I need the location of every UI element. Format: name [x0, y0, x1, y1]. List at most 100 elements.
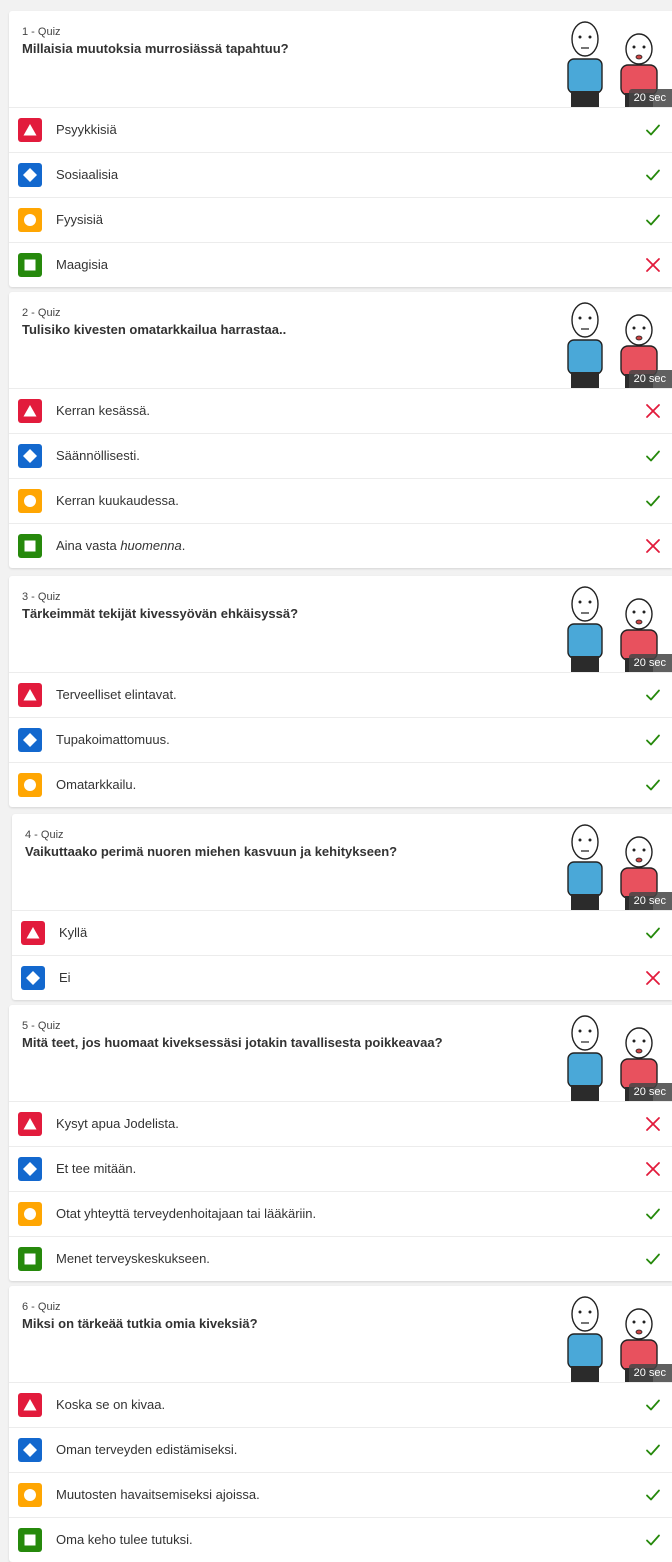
answer-option: Maagisia — [9, 243, 672, 287]
answer-shape-square — [18, 1528, 42, 1552]
cross-icon — [646, 404, 660, 418]
correct-mark — [645, 732, 661, 748]
question-image: 20 sec — [557, 820, 672, 910]
question-header: 2 - Quiz Tulisiko kivesten omatarkkailua … — [9, 292, 672, 389]
answer-option: Tupakoimattomuus. — [9, 718, 672, 763]
answer-shape-triangle — [18, 683, 42, 707]
correct-mark — [645, 1397, 661, 1413]
diamond-icon — [26, 971, 40, 985]
quiz-question-card[interactable]: 5 - Quiz Mitä teet, jos huomaat kiveksess… — [9, 1005, 672, 1281]
answer-text: Menet terveyskeskukseen. — [56, 1251, 210, 1266]
answer-text: Muutosten havaitsemiseksi ajoissa. — [56, 1487, 260, 1502]
answer-option: Oma keho tulee tutuksi. — [9, 1518, 672, 1562]
incorrect-mark — [645, 538, 661, 554]
diamond-icon — [23, 449, 37, 463]
checkmark-icon — [646, 1489, 660, 1501]
answer-text: Kerran kuukaudessa. — [56, 493, 179, 508]
checkmark-icon — [646, 214, 660, 226]
answer-text: Psyykkisiä — [56, 122, 117, 137]
circle-icon — [24, 495, 36, 507]
answer-shape-diamond — [18, 1157, 42, 1181]
answer-option: Et tee mitään. — [9, 1147, 672, 1192]
answer-option: Kyllä — [12, 911, 672, 956]
answer-shape-circle — [18, 1483, 42, 1507]
answer-text: Sosiaalisia — [56, 167, 119, 182]
answer-shape-diamond — [18, 1438, 42, 1462]
correct-mark — [645, 1532, 661, 1548]
incorrect-mark — [645, 970, 661, 986]
triangle-icon — [23, 1399, 37, 1411]
answer-option: Sosiaalisia — [9, 153, 672, 198]
quiz-question-card[interactable]: 1 - Quiz Millaisia muutoksia murrosiässä … — [9, 11, 672, 287]
quiz-question-card[interactable]: 3 - Quiz Tärkeimmät tekijät kivessyövän e… — [9, 576, 672, 807]
answer-shape-triangle — [18, 399, 42, 423]
answer-text: Terveelliset elintavat. — [56, 687, 177, 702]
answer-shape-circle — [18, 1202, 42, 1226]
triangle-icon — [23, 1118, 37, 1130]
answer-shape-circle — [18, 489, 42, 513]
question-title: Mitä teet, jos huomaat kiveksessäsi jota… — [22, 1035, 443, 1050]
correct-mark — [645, 1442, 661, 1458]
answer-text: Et tee mitään. — [56, 1161, 137, 1176]
correct-mark — [645, 1206, 661, 1222]
triangle-icon — [23, 689, 37, 701]
correct-mark — [645, 167, 661, 183]
answer-shape-triangle — [21, 921, 45, 945]
question-header: 5 - Quiz Mitä teet, jos huomaat kiveksess… — [9, 1005, 672, 1102]
answer-shape-square — [18, 534, 42, 558]
answer-option: Aina vasta huomenna. — [9, 524, 672, 568]
time-limit-badge: 20 sec — [628, 654, 672, 672]
answer-shape-diamond — [18, 444, 42, 468]
answer-option: Otat yhteyttä terveydenhoitajaan tai lää… — [9, 1192, 672, 1237]
incorrect-mark — [645, 257, 661, 273]
cross-icon — [646, 539, 660, 553]
answer-option: Oman terveyden edistämiseksi. — [9, 1428, 672, 1473]
answer-option: Muutosten havaitsemiseksi ajoissa. — [9, 1473, 672, 1518]
checkmark-icon — [646, 124, 660, 136]
incorrect-mark — [645, 1116, 661, 1132]
answer-shape-diamond — [18, 728, 42, 752]
answer-text-suffix: . — [181, 538, 186, 553]
answer-shape-circle — [18, 208, 42, 232]
triangle-icon — [26, 927, 40, 939]
checkmark-icon — [646, 1399, 660, 1411]
question-title: Vaikuttaako perimä nuoren miehen kasvuun… — [25, 844, 398, 859]
checkmark-icon — [646, 450, 660, 462]
answer-option: Ei — [12, 956, 672, 1000]
time-limit-badge: 20 sec — [628, 89, 672, 107]
correct-mark — [645, 1487, 661, 1503]
answer-shape-square — [18, 1247, 42, 1271]
answer-text: Omatarkkailu. — [56, 777, 137, 792]
diamond-icon — [23, 168, 37, 182]
cross-icon — [646, 971, 660, 985]
diamond-icon — [23, 1162, 37, 1176]
answer-text: Oma keho tulee tutuksi. — [56, 1532, 193, 1547]
quiz-question-card[interactable]: 6 - Quiz Miksi on tärkeää tutkia omia kiv… — [9, 1286, 672, 1562]
correct-mark — [645, 687, 661, 703]
question-number-label: 6 - Quiz — [22, 1301, 61, 1313]
quiz-question-card[interactable]: 2 - Quiz Tulisiko kivesten omatarkkailua … — [9, 292, 672, 568]
question-title: Miksi on tärkeää tutkia omia kiveksiä? — [22, 1316, 258, 1331]
question-header: 6 - Quiz Miksi on tärkeää tutkia omia kiv… — [9, 1286, 672, 1383]
checkmark-icon — [646, 1253, 660, 1265]
square-icon — [24, 1534, 36, 1546]
answer-option: Omatarkkailu. — [9, 763, 672, 807]
incorrect-mark — [645, 403, 661, 419]
time-limit-badge: 20 sec — [628, 1083, 672, 1101]
checkmark-icon — [646, 927, 660, 939]
quiz-question-card[interactable]: 4 - Quiz Vaikuttaako perimä nuoren miehen… — [12, 814, 672, 1000]
checkmark-icon — [646, 779, 660, 791]
answer-text: Tupakoimattomuus. — [56, 732, 170, 747]
square-icon — [24, 259, 36, 271]
correct-mark — [645, 212, 661, 228]
question-title: Millaisia muutoksia murrosiässä tapahtuu… — [22, 41, 289, 56]
question-header: 4 - Quiz Vaikuttaako perimä nuoren miehen… — [12, 814, 672, 911]
circle-icon — [24, 779, 36, 791]
checkmark-icon — [646, 495, 660, 507]
answer-shape-triangle — [18, 1112, 42, 1136]
answer-option: Fyysisiä — [9, 198, 672, 243]
answer-text: Fyysisiä — [56, 212, 103, 227]
answer-option: Terveelliset elintavat. — [9, 673, 672, 718]
answer-shape-diamond — [18, 163, 42, 187]
checkmark-icon — [646, 734, 660, 746]
